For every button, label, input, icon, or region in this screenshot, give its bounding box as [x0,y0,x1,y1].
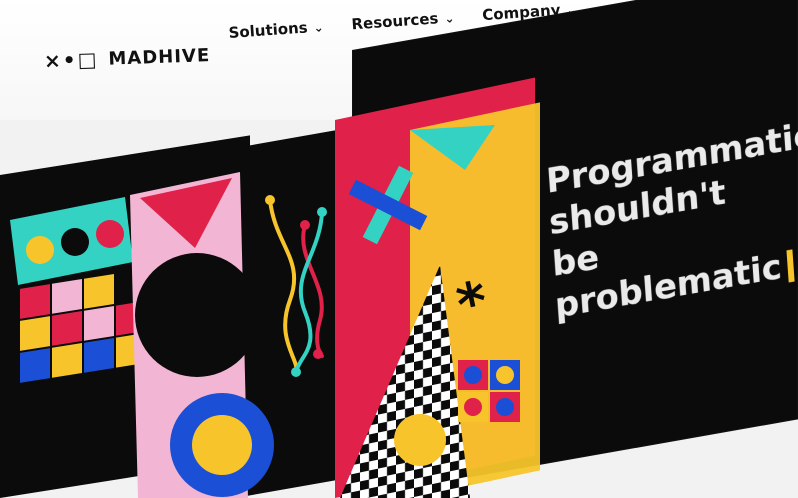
black-circle [135,253,259,377]
wire-end [265,195,275,205]
wire-end [300,220,310,230]
checker-square [20,348,50,383]
x-mark [348,165,428,245]
checker-yellow-dot [394,414,446,466]
grid-dot [496,398,514,416]
checker-square [84,305,114,341]
red-dot [96,220,124,248]
checker-square [20,316,50,351]
checker-square [52,311,82,346]
checkerboard-triangle [340,265,470,498]
wire-red [301,224,324,359]
checker-square [20,284,50,319]
wire-end [291,367,301,377]
grid-dot [496,366,514,384]
wire-yellow [268,199,299,373]
photo: ×•□ MADHIVE Solutions ⌄ Resources ⌄ Comp… [0,0,798,498]
screen: ×•□ MADHIVE Solutions ⌄ Resources ⌄ Comp… [0,0,798,498]
black-dot [61,228,89,256]
hero-art: * [0,0,798,498]
checker-square [84,337,114,373]
yellow-circle [192,415,252,475]
checker-square [52,343,82,378]
grid-dot [464,398,482,416]
yellow-dot [26,236,54,264]
hero-art-shapes: * [10,125,520,498]
wire-end [317,207,327,217]
wire-end [313,349,323,359]
asterisk-icon: * [451,269,493,339]
grid-dot [464,366,482,384]
checker-square [52,279,82,314]
aqua-triangle [410,125,495,170]
checker-square [84,273,114,309]
photo-inner: ×•□ MADHIVE Solutions ⌄ Resources ⌄ Comp… [0,0,798,498]
